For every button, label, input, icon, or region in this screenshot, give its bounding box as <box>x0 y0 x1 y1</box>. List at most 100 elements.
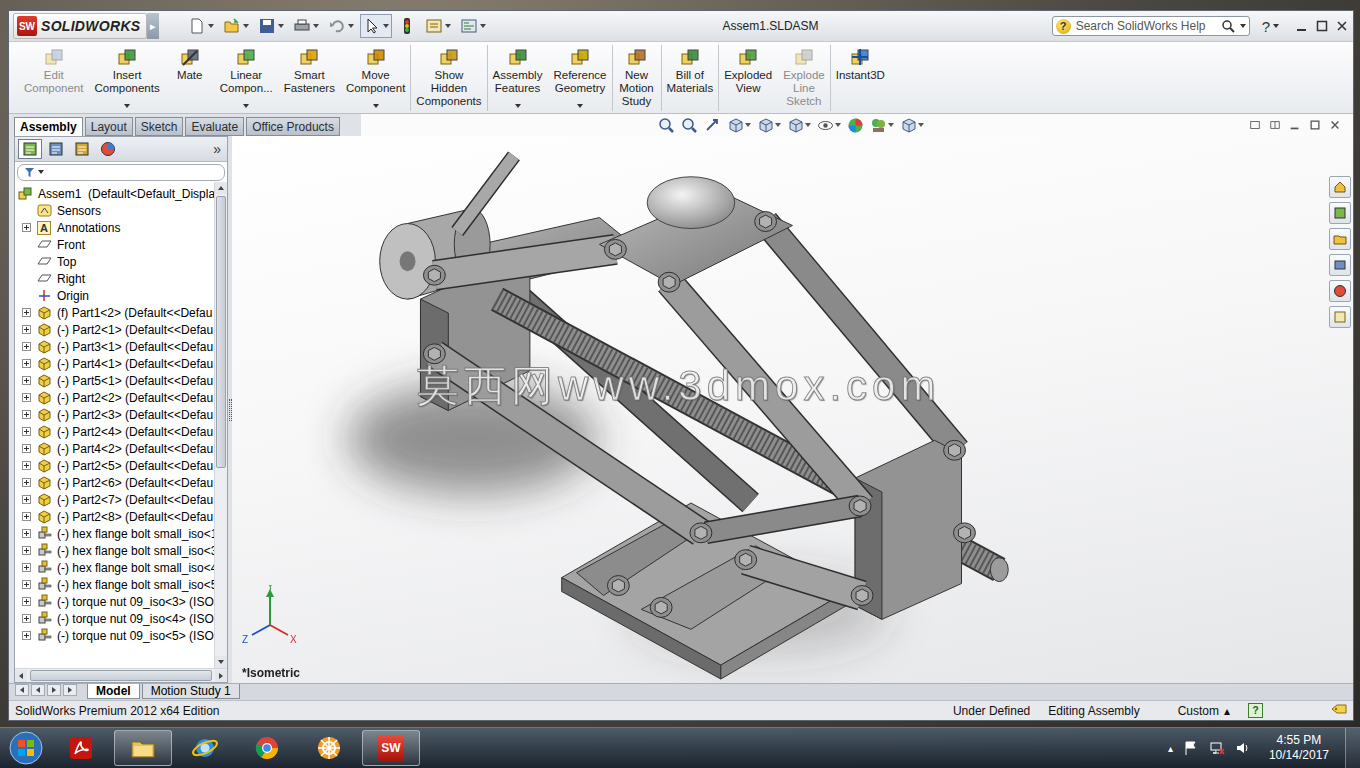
quick-access-button[interactable] <box>290 14 322 38</box>
pane-tab[interactable] <box>18 139 42 159</box>
ribbon-button[interactable]: Instant3D <box>831 45 891 111</box>
tree-item[interactable]: (-) Part2<5> (Default<<Defau <box>15 457 214 474</box>
quick-access-button[interactable] <box>360 14 392 38</box>
expand-toggle[interactable] <box>22 410 31 419</box>
vertical-scrollbar[interactable] <box>214 182 227 668</box>
dropdown-caret[interactable] <box>373 104 379 108</box>
tree-item[interactable]: (-) Part2<8> (Default<<Defau <box>15 508 214 525</box>
horizontal-scrollbar[interactable] <box>15 668 227 682</box>
pane-tab[interactable] <box>96 139 120 159</box>
model-canvas[interactable]: 莫西网www.3dmox.comYXZ*Isometric <box>232 136 1327 683</box>
show-desktop[interactable] <box>1345 728 1360 768</box>
pane-tab[interactable] <box>44 139 68 159</box>
nav-first[interactable] <box>15 684 29 696</box>
tree-item[interactable]: (-) Part4<1> (Default<<Defau <box>15 355 214 372</box>
quick-access-button[interactable] <box>255 14 287 38</box>
tree-item[interactable]: (-) Part4<2> (Default<<Defau <box>15 440 214 457</box>
expand-toggle[interactable] <box>22 478 31 487</box>
expand-toggle[interactable] <box>22 359 31 368</box>
expand-toggle[interactable] <box>22 376 31 385</box>
tree-item[interactable]: Origin <box>15 287 214 304</box>
network-icon[interactable] <box>1209 740 1225 756</box>
task-pane-button[interactable] <box>1329 176 1351 198</box>
taskbar-app[interactable] <box>52 730 110 766</box>
tree-item[interactable]: (-) hex flange bolt small_iso<5 <box>15 576 214 593</box>
model-tab[interactable]: Motion Study 1 <box>142 684 240 699</box>
tree-item[interactable]: (f) Part1<2> (Default<<Defau <box>15 304 214 321</box>
help-icon[interactable]: ? <box>1248 703 1263 718</box>
tree-item[interactable]: (-) Part2<2> (Default<<Defau <box>15 389 214 406</box>
clock[interactable]: 4:55 PM10/14/2017 <box>1261 733 1335 763</box>
taskbar-app[interactable] <box>176 730 234 766</box>
quick-access-button[interactable] <box>395 14 419 38</box>
command-tab[interactable]: Layout <box>85 117 133 136</box>
expand-toggle[interactable] <box>22 614 31 623</box>
tree-item[interactable]: Assem1 (Default<Default_Display <box>15 185 214 202</box>
expand-toggle[interactable] <box>22 580 31 589</box>
nav-last[interactable] <box>63 684 77 696</box>
dropdown-caret[interactable] <box>243 104 249 108</box>
expand-toggle[interactable] <box>22 325 31 334</box>
dropdown-caret[interactable] <box>124 104 130 108</box>
taskbar-app[interactable] <box>114 730 172 766</box>
view-tool[interactable] <box>681 117 698 134</box>
ribbon-button[interactable]: NewMotionStudy <box>613 45 662 111</box>
model-tab[interactable]: Model <box>87 684 140 699</box>
ribbon-button[interactable]: ShowHiddenComponents <box>411 45 487 111</box>
quick-access-button[interactable] <box>220 14 252 38</box>
task-pane-button[interactable] <box>1329 280 1351 302</box>
nav-prev[interactable] <box>31 684 45 696</box>
more-button[interactable]: » <box>213 141 224 157</box>
tree-item[interactable]: (-) hex flange bolt small_iso<1 <box>15 525 214 542</box>
ribbon-button[interactable]: Bill ofMaterials <box>662 45 720 111</box>
filter-field[interactable] <box>17 164 225 181</box>
help-button[interactable]: ? <box>1262 18 1279 35</box>
expand-toggle[interactable] <box>22 631 31 640</box>
minimize-icon[interactable] <box>1295 19 1309 33</box>
expand-toggle[interactable] <box>22 427 31 436</box>
quick-access-button[interactable] <box>422 14 454 38</box>
speaker-icon[interactable] <box>1235 740 1251 756</box>
tree-item[interactable]: (-) Part2<3> (Default<<Defau <box>15 406 214 423</box>
expand-toggle[interactable] <box>22 495 31 504</box>
minimize-icon[interactable] <box>1289 119 1301 131</box>
tree-item[interactable]: (-) hex flange bolt small_iso<4 <box>15 559 214 576</box>
tile2-icon[interactable] <box>1269 119 1281 131</box>
tree-item[interactable]: Sensors <box>15 202 214 219</box>
task-pane-button[interactable] <box>1329 228 1351 250</box>
dropdown-caret[interactable] <box>1240 24 1246 28</box>
ribbon-button[interactable]: Mate <box>166 45 215 111</box>
tree-item[interactable]: (-) Part2<4> (Default<<Defau <box>15 423 214 440</box>
expand-toggle[interactable] <box>22 342 31 351</box>
view-tool[interactable] <box>727 117 751 134</box>
expand-toggle[interactable] <box>22 546 31 555</box>
maximize-icon[interactable] <box>1309 119 1321 131</box>
command-tab[interactable]: Sketch <box>135 117 184 136</box>
flag-icon[interactable] <box>1183 740 1199 756</box>
tag-icon[interactable] <box>1331 704 1347 718</box>
close-icon[interactable] <box>1329 119 1341 131</box>
expand-toggle[interactable] <box>22 563 31 572</box>
ribbon-button[interactable]: MoveComponent <box>341 45 411 111</box>
tree-item[interactable]: Front <box>15 236 214 253</box>
app-logo[interactable]: SWSOLIDWORKS <box>13 13 147 39</box>
tile1-icon[interactable] <box>1249 119 1261 131</box>
magnifier-icon[interactable] <box>1221 19 1235 33</box>
quick-access-button[interactable] <box>457 14 489 38</box>
expand-toggle[interactable] <box>22 461 31 470</box>
quick-access-button[interactable] <box>325 14 357 38</box>
tree-item[interactable]: Top <box>15 253 214 270</box>
expand-toggle[interactable] <box>22 444 31 453</box>
close-icon[interactable] <box>1335 19 1349 33</box>
task-pane-button[interactable] <box>1329 254 1351 276</box>
tree-item[interactable]: (-) torque nut 09_iso<4> (ISO <box>15 610 214 627</box>
expand-toggle[interactable] <box>22 393 31 402</box>
tree-item[interactable]: (-) Part2<7> (Default<<Defau <box>15 491 214 508</box>
dropdown-caret[interactable] <box>577 104 583 108</box>
search-box[interactable]: ?Search SolidWorks Help <box>1052 16 1250 36</box>
ribbon-button[interactable]: InsertComponents <box>89 45 165 111</box>
task-pane-button[interactable] <box>1329 202 1351 224</box>
ribbon-button[interactable]: SmartFasteners <box>279 45 341 111</box>
command-tab[interactable]: Assembly <box>14 117 83 136</box>
command-tab[interactable]: Evaluate <box>185 117 244 136</box>
